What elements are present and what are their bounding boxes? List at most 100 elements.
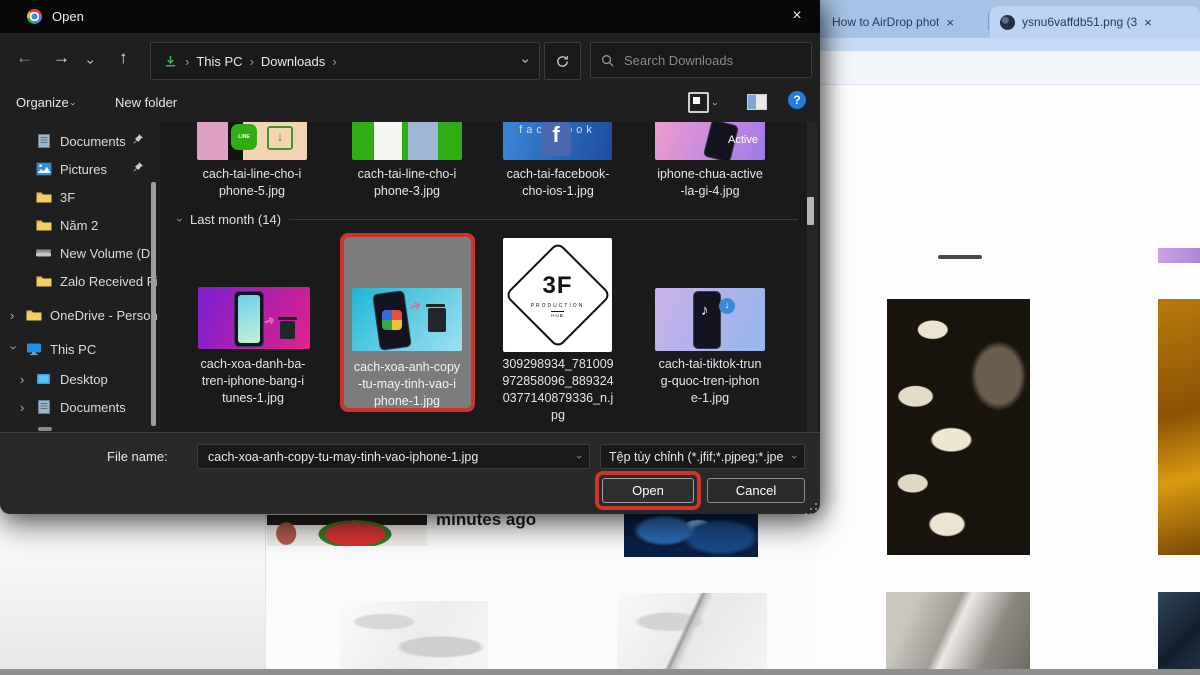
back-button[interactable]: ← [16,43,33,73]
new-folder-button[interactable]: New folder [115,95,177,110]
browser-tab-airdrop[interactable]: How to AirDrop phot × [822,6,994,38]
sidebar-scrollbar[interactable] [151,182,156,426]
open-button-annotation [595,471,701,510]
document-icon [36,400,52,414]
file-tile-line3[interactable] [352,122,462,160]
dialog-footer: File name: › Tệp tùy chỉnh (*.jfif;*.pjp… [0,432,820,514]
file-name-label: cach-xoa-danh-ba- tren-iphone-bang-i tun… [178,356,328,407]
up-button[interactable]: ↑ [119,43,128,73]
view-mode-icon[interactable] [688,92,709,113]
file-name-label: iphone-chua-active -la-gi-4.jpg [635,166,785,200]
file-tile-tiktok[interactable]: ♪ ↓ [655,288,765,351]
sidebar-label: Desktop [60,372,108,387]
address-bar[interactable]: › This PC › Downloads › › [150,42,540,80]
expander-chevron-icon[interactable]: › [20,400,28,415]
breadcrumb-downloads[interactable]: Downloads [261,54,325,69]
watermelon-photo[interactable] [267,515,427,546]
organize-button[interactable]: Organize › [16,95,75,110]
group-header-last-month[interactable]: › Last month (14) [178,212,798,227]
sidebar-item-new-volume[interactable]: New Volume (D: [36,242,154,264]
download-icon: ↓ [267,126,293,150]
dialog-body: Documents Pictures 3F Năm 2 [0,122,820,432]
sidebar-item-pictures[interactable]: Pictures [36,158,107,180]
file-tile-line5[interactable]: LINE ↓ [197,122,307,160]
help-button[interactable]: ? [788,91,806,109]
facebook-logo-icon: f [541,122,571,156]
search-icon [601,54,614,67]
orange-photo[interactable] [1158,299,1200,555]
label-line: cach-tai-tiktok-trun [635,356,785,373]
file-name-combo[interactable]: › [197,444,590,469]
window-bottom-edge [0,669,1200,675]
interior-photo[interactable] [886,592,1030,675]
file-name-input[interactable] [206,449,577,465]
group-rule [289,219,798,220]
sidebar-label: Documents [60,400,126,415]
file-tile-facebook[interactable]: facebook f [503,122,612,160]
photos-app-graphic [382,310,402,330]
sidebar-horizontal-scrollbar[interactable] [38,427,52,431]
file-tile-xoaanh-selected[interactable]: ➜ [352,288,462,351]
tab-close-icon[interactable]: × [1144,15,1152,30]
file-type-combo[interactable]: Tệp tùy chỉnh (*.jfif;*.pjpeg;*.jpe › [600,444,805,469]
marble-photo[interactable] [617,593,767,675]
expander-chevron-icon[interactable]: › [20,372,28,387]
file-list-scrollbar[interactable] [807,122,818,432]
page-lightbox-area [0,513,265,675]
recent-locations-chevron-icon[interactable]: › [76,60,106,65]
expander-chevron-icon[interactable]: › [10,308,18,323]
drive-icon [36,246,52,260]
organize-caret-icon: › [69,103,79,106]
download-circle-icon: ↓ [719,298,735,314]
sidebar-item-desktop[interactable]: › Desktop [20,368,108,390]
pictures-icon [36,162,52,176]
sidebar-item-nam2[interactable]: Năm 2 [36,214,98,236]
screenshot-strip [408,122,438,160]
view-mode-caret-icon[interactable]: › [711,103,721,106]
marble-photo[interactable] [340,601,488,675]
resize-grip[interactable] [804,502,818,516]
flower-photo[interactable] [887,299,1030,555]
forward-button[interactable]: → [53,43,70,73]
crumb-chevron-icon: › [250,54,254,69]
breadcrumb-this-pc[interactable]: This PC [196,54,242,69]
sidebar-item-3f[interactable]: 3F [36,186,75,208]
tab-close-icon[interactable]: × [946,15,954,30]
browser-tab-png[interactable]: ysnu6vaffdb51.png (3 × [990,6,1200,38]
expander-chevron-icon[interactable]: › [7,345,22,353]
trash-can-graphic [280,321,295,339]
search-box[interactable] [590,42,812,78]
label-line: cach-xoa-anh-copy [332,359,482,376]
sidebar-item-documents-2[interactable]: › Documents [20,396,126,418]
dark-marble-photo[interactable] [1158,592,1200,675]
desktop-icon [36,372,52,386]
scrollbar-thumb[interactable] [807,197,814,225]
sidebar-item-documents[interactable]: Documents [36,130,126,152]
dialog-close-button[interactable]: × [784,4,810,28]
refresh-button[interactable] [544,42,581,80]
sidebar-item-this-pc[interactable]: › This PC [10,338,96,360]
label-line: 0377140879336_n.j [483,390,633,407]
group-collapse-chevron-icon[interactable]: › [173,218,187,222]
pin-icon [132,161,144,173]
label-line: tunes-1.jpg [178,390,328,407]
downloads-folder-icon [163,54,178,69]
label-line: pg [483,407,633,424]
photo-thumbnail[interactable] [1158,248,1200,263]
sidebar-item-onedrive[interactable]: › OneDrive - Person [10,304,158,326]
file-name-label: 309298934_781009 972858096_889324 037714… [483,356,633,424]
file-tile-3f-logo[interactable]: 3F PRODUCTION HUB [503,238,612,352]
cancel-button[interactable]: Cancel [707,478,805,503]
sidebar-item-zalo[interactable]: Zalo Received Fi [36,270,158,292]
file-tile-active[interactable]: Active [655,122,765,160]
combo-chevron-icon[interactable]: › [788,455,800,459]
browser-tab-strip: How to AirDrop phot × ysnu6vaffdb51.png … [818,0,1200,38]
combo-chevron-icon[interactable]: › [573,455,585,459]
search-input[interactable] [622,52,786,69]
dialog-titlebar[interactable]: Open × [0,0,820,33]
preview-pane-icon[interactable] [747,94,767,110]
blue-water-photo[interactable] [624,513,758,557]
file-tile-danhba[interactable]: ➜ [198,287,310,349]
refresh-icon [555,54,570,69]
address-dropdown-chevron-icon[interactable]: › [519,59,535,64]
